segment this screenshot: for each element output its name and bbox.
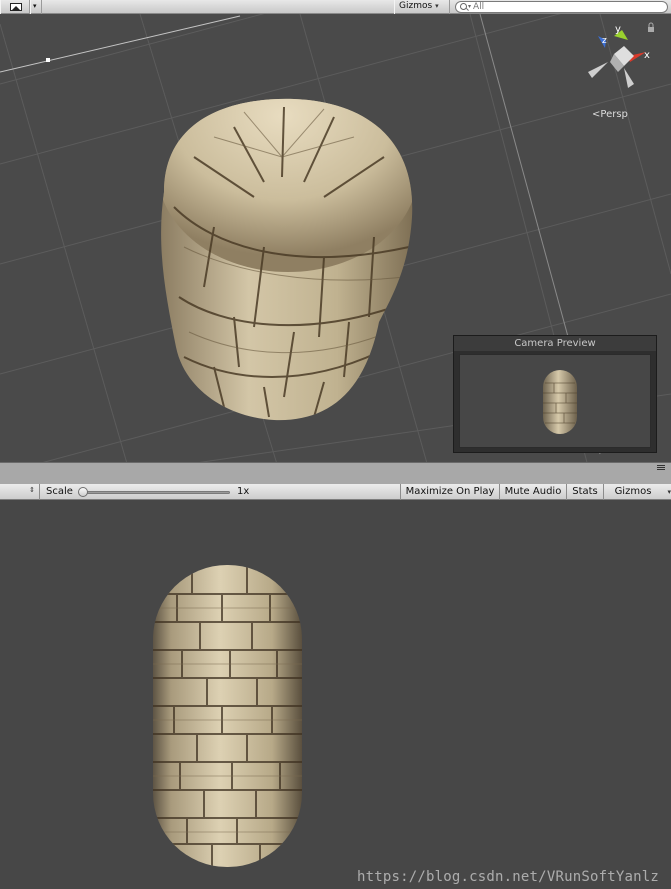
scale-slider[interactable] [83,491,230,494]
scale-slider-thumb[interactable] [78,487,88,497]
watermark: https://blog.csdn.net/VRunSoftYanlz [356,869,659,885]
pane-divider[interactable] [0,462,671,484]
game-gizmos-label: Gizmos [614,486,652,497]
orientation-gizmo-icon[interactable]: y z x [578,22,668,102]
image-icon [10,3,22,11]
game-gizmos-dropdown[interactable]: Gizmos ▾ [603,484,671,500]
game-view[interactable]: https://blog.csdn.net/VRunSoftYanlz [0,500,671,889]
projection-label: Persp [600,109,628,120]
lock-icon-shackle [648,22,654,27]
gizmo-axis-x: x [644,50,650,61]
search-filter-chevron-icon: ▾ [468,3,472,10]
camera-preview-capsule [543,370,577,434]
projection-toggle[interactable]: <Persp [592,109,628,120]
chevron-down-icon: ▾ [667,488,671,496]
render-mode-button[interactable] [0,0,30,14]
game-stone-capsule [153,565,302,867]
stone-capsule-object[interactable] [154,97,414,422]
mute-audio-toggle[interactable]: Mute Audio [499,484,566,500]
scene-view[interactable]: y z x <Persp Camera Preview ▾ Gizmos ▾ ▾… [0,0,671,462]
chevron-down-icon: ▾ [435,2,439,10]
gizmo-axis-z: z [602,36,607,46]
search-placeholder: All [473,2,485,12]
camera-preview-panel: Camera Preview [453,335,657,453]
scene-gizmos-dropdown[interactable]: Gizmos ▾ [394,0,450,14]
gizmo-axis-y: y [615,24,621,35]
game-toolbar: ⇕ Scale 1x Maximize On Play Mute Audio S… [0,484,671,500]
scene-gizmos-label: Gizmos [399,1,433,11]
hierarchy-search-input[interactable]: ▾ All [455,1,668,13]
scene-toolbar: ▾ Gizmos ▾ ▾ All [0,0,671,14]
display-dropdown[interactable]: ⇕ [0,484,40,500]
pane-menu-icon[interactable] [657,465,665,470]
scale-value: 1x [237,486,250,497]
lock-icon[interactable] [648,27,654,32]
camera-preview-title: Camera Preview [454,336,656,351]
updown-arrow-icon: ⇕ [29,486,35,494]
scale-label: Scale [46,486,73,497]
chevron-down-icon: ▾ [33,2,37,10]
stats-toggle[interactable]: Stats [566,484,603,500]
camera-preview-viewport [459,354,651,448]
search-icon [460,3,467,10]
render-mode-dropdown[interactable]: ▾ [30,0,42,14]
maximize-on-play-toggle[interactable]: Maximize On Play [400,484,499,500]
